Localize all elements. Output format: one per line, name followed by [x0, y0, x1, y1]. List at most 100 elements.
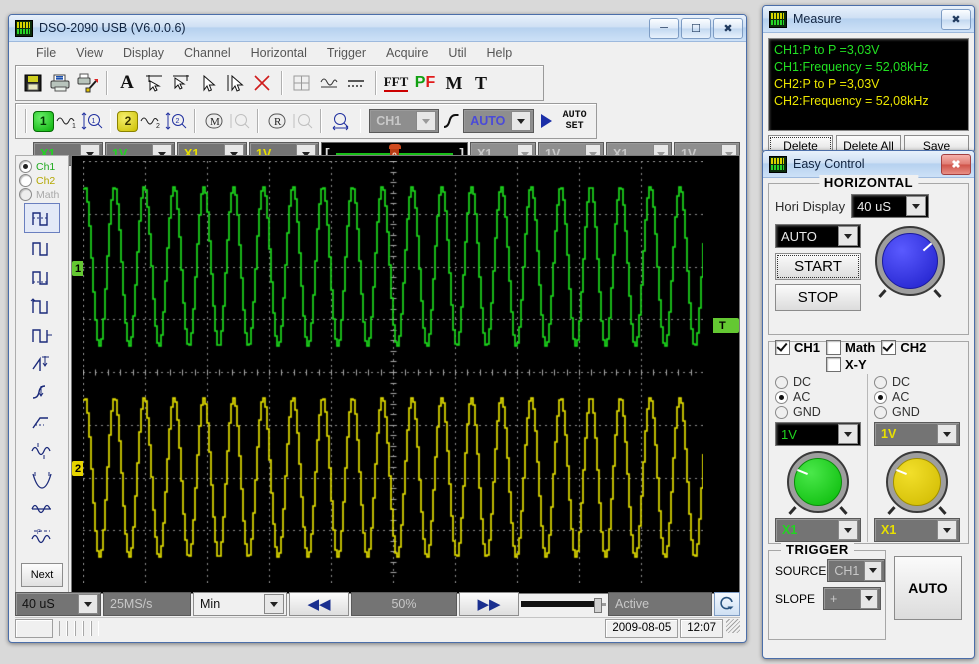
maximize-button[interactable]: ☐	[681, 17, 711, 39]
ch2-enable-checkbox[interactable]: CH2	[881, 340, 926, 355]
ch2-probe-dropdown-easy[interactable]: X1	[874, 518, 960, 542]
menu-item-channel[interactable]: Channel	[175, 44, 240, 62]
svg-text:R: R	[274, 116, 282, 128]
overshoot-icon[interactable]	[25, 321, 59, 349]
ch1-waveform-icon[interactable]: 1	[55, 108, 79, 134]
timebase-dropdown[interactable]: 40 uS	[15, 592, 101, 616]
ch2-coupling-ac[interactable]: AC	[874, 390, 960, 404]
ch2-enable-button[interactable]: 2	[117, 108, 139, 134]
stop-button[interactable]: STOP	[775, 284, 861, 311]
timebase-knob[interactable]	[875, 226, 945, 298]
cursor-measure-icon[interactable]	[168, 70, 194, 96]
ch2-waveform-icon[interactable]: 2	[139, 108, 163, 134]
menu-item-file[interactable]: File	[27, 44, 65, 62]
print-icon[interactable]	[47, 70, 73, 96]
trigger-source-label: SOURCE	[775, 563, 827, 578]
ch1-coupling-ac[interactable]: AC	[775, 390, 861, 404]
xy-label: X-Y	[845, 357, 867, 372]
menu-item-help[interactable]: Help	[477, 44, 521, 62]
next-button[interactable]: ▶▶	[459, 592, 519, 616]
menu-item-horizontal[interactable]: Horizontal	[242, 44, 316, 62]
slider-thumb[interactable]	[594, 598, 603, 613]
minimize-button[interactable]: ─	[649, 17, 679, 39]
resize-grip-icon[interactable]	[726, 618, 740, 633]
ch1-enable-button[interactable]: 1	[32, 108, 54, 134]
ch1-volt-knob[interactable]	[787, 451, 849, 515]
menu-item-view[interactable]: View	[67, 44, 112, 62]
amplitude-icon[interactable]	[25, 437, 59, 465]
fall-time-icon[interactable]	[25, 263, 59, 291]
math-enable-button[interactable]: M	[202, 108, 226, 134]
refresh-icon[interactable]	[714, 592, 740, 616]
save-icon[interactable]	[20, 70, 46, 96]
start-button[interactable]: START	[775, 253, 861, 280]
acquire-mode-dropdown[interactable]: Min	[193, 592, 287, 616]
math-enable-checkbox[interactable]: Math	[826, 340, 875, 355]
trigger-slope-icon[interactable]	[440, 108, 462, 134]
scope-display[interactable]: 1 2 T	[71, 155, 740, 594]
hori-mode-dropdown[interactable]: AUTO	[775, 224, 861, 248]
menu-item-util[interactable]: Util	[439, 44, 475, 62]
menu-item-display[interactable]: Display	[114, 44, 173, 62]
ch2-coupling-gnd[interactable]: GND	[874, 405, 960, 419]
freq-icon[interactable]: F	[25, 524, 59, 552]
close-button[interactable]: ✖	[713, 17, 743, 39]
rms-icon[interactable]	[25, 495, 59, 523]
menu-item-acquire[interactable]: Acquire	[377, 44, 437, 62]
pass-fail-icon[interactable]: PF	[410, 70, 440, 96]
ch1-zoom-icon[interactable]: 1	[80, 108, 104, 134]
menu-item-trigger[interactable]: Trigger	[318, 44, 375, 62]
ref-enable-button[interactable]: R	[265, 108, 289, 134]
trigger-slope-dropdown-easy[interactable]: +	[823, 587, 882, 610]
ch2-volt-dropdown-easy[interactable]: 1V	[874, 422, 960, 446]
edge-rise-icon[interactable]	[25, 408, 59, 436]
hori-timebase-dropdown[interactable]: 40 uS	[851, 194, 930, 218]
ch1-volt-dropdown-easy[interactable]: 1V	[775, 422, 861, 446]
waveform-icon[interactable]	[316, 70, 342, 96]
pulse-width-icon[interactable]	[24, 203, 60, 233]
chevron-down-icon	[78, 594, 98, 614]
text-icon[interactable]: A	[114, 70, 140, 96]
trigger-level-marker[interactable]: T	[713, 318, 739, 333]
dots-icon[interactable]	[343, 70, 369, 96]
measure-window-title: Measure	[793, 12, 842, 26]
easy-close-button[interactable]: ✖	[941, 153, 971, 175]
sidebar-radio-ch1[interactable]: Ch1	[19, 160, 65, 173]
run-button[interactable]	[535, 108, 556, 134]
xy-enable-checkbox[interactable]: X-Y	[826, 357, 875, 372]
scope-canvas[interactable]	[83, 161, 703, 583]
trigger-auto-button[interactable]: AUTO	[894, 556, 962, 620]
sidebar-next-button[interactable]: Next	[21, 563, 63, 587]
trigger-source-dropdown-easy[interactable]: CH1	[827, 559, 886, 582]
previous-button[interactable]: ◀◀	[289, 592, 349, 616]
text-tool-icon[interactable]: T	[468, 70, 494, 96]
easy-titlebar: Easy Control ✖	[763, 151, 974, 178]
clear-cursor-icon[interactable]	[249, 70, 275, 96]
grid-icon[interactable]	[289, 70, 315, 96]
ch1-enable-checkbox[interactable]: CH1	[775, 340, 820, 355]
horizontal-position-slider[interactable]	[521, 593, 606, 615]
sidebar-radio-ch2[interactable]: Ch2	[19, 174, 65, 187]
fft-icon[interactable]: FFT	[383, 70, 409, 96]
delay-icon[interactable]	[25, 379, 59, 407]
rise-time-icon[interactable]	[25, 234, 59, 262]
trigger-mode-dropdown[interactable]: AUTO	[463, 109, 535, 133]
ch2-coupling-dc[interactable]: DC	[874, 375, 960, 389]
measure-icon[interactable]: M	[441, 70, 467, 96]
cursor-track-icon[interactable]	[141, 70, 167, 96]
horizontal-zoom-icon[interactable]	[328, 108, 354, 134]
ch1-probe-dropdown-easy[interactable]: X1	[775, 518, 861, 542]
cursor-pointer-icon[interactable]	[195, 70, 221, 96]
cursor-vertical-icon[interactable]	[222, 70, 248, 96]
period-icon[interactable]	[25, 350, 59, 378]
ch2-zoom-icon[interactable]: 2	[164, 108, 188, 134]
trigger-source-dropdown[interactable]: CH1	[369, 109, 440, 133]
autoset-button[interactable]: AUTO SET	[557, 108, 592, 134]
measure-close-button[interactable]: ✖	[941, 8, 971, 30]
print-setup-icon[interactable]	[74, 70, 100, 96]
duty-cycle-icon[interactable]	[25, 292, 59, 320]
ch2-volt-knob[interactable]	[886, 451, 948, 515]
mean-icon[interactable]	[25, 466, 59, 494]
ch1-coupling-gnd[interactable]: GND	[775, 405, 861, 419]
ch1-coupling-dc[interactable]: DC	[775, 375, 861, 389]
